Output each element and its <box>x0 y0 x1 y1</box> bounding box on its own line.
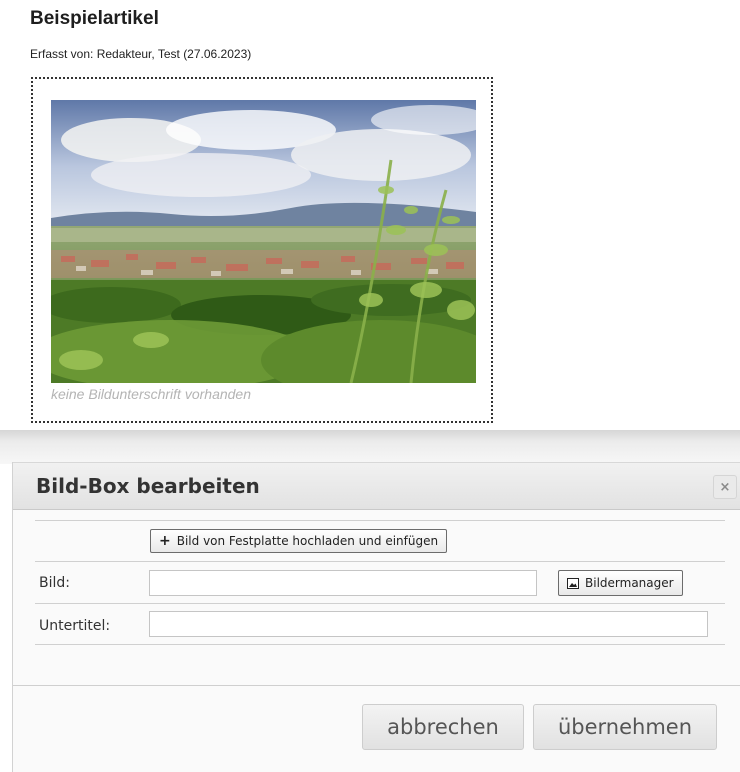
divider-shadow <box>0 430 740 464</box>
upload-button[interactable]: + Bild von Festplatte hochladen und einf… <box>150 529 448 553</box>
image-box[interactable]: keine Bildunterschrift vorhanden <box>31 77 493 423</box>
article-meta: Erfasst von: Redakteur, Test (27.06.2023… <box>30 47 252 61</box>
upload-button-label: Bild von Festplatte hochladen und einfüg… <box>176 534 439 548</box>
image-icon <box>567 577 579 589</box>
subtitle-field-label: Untertitel: <box>39 618 111 634</box>
image-field-label: Bild: <box>39 575 70 591</box>
form-divider <box>35 644 725 645</box>
close-icon: × <box>719 479 731 495</box>
article-photo <box>51 100 476 383</box>
dialog-title: Bild-Box bearbeiten <box>36 474 260 498</box>
subtitle-field[interactable] <box>149 611 708 637</box>
image-manager-button[interactable]: Bildermanager <box>558 570 683 596</box>
image-box-dialog: Bild-Box bearbeiten × + Bild von Festpla… <box>12 462 740 772</box>
article-title: Beispielartikel <box>30 8 159 29</box>
dialog-footer-divider <box>13 685 740 686</box>
apply-button[interactable]: übernehmen <box>533 704 717 750</box>
close-button[interactable]: × <box>713 475 737 499</box>
image-caption-placeholder: keine Bildunterschrift vorhanden <box>51 386 252 402</box>
article-preview: Beispielartikel Erfasst von: Redakteur, … <box>0 0 740 432</box>
cancel-button[interactable]: abbrechen <box>362 704 524 750</box>
dialog-header[interactable]: Bild-Box bearbeiten × <box>13 462 740 510</box>
form-divider <box>35 561 725 562</box>
image-manager-label: Bildermanager <box>585 576 674 590</box>
image-field[interactable] <box>149 570 537 596</box>
form-divider <box>35 520 725 521</box>
plus-icon: + <box>159 533 171 549</box>
form-divider <box>35 603 725 604</box>
